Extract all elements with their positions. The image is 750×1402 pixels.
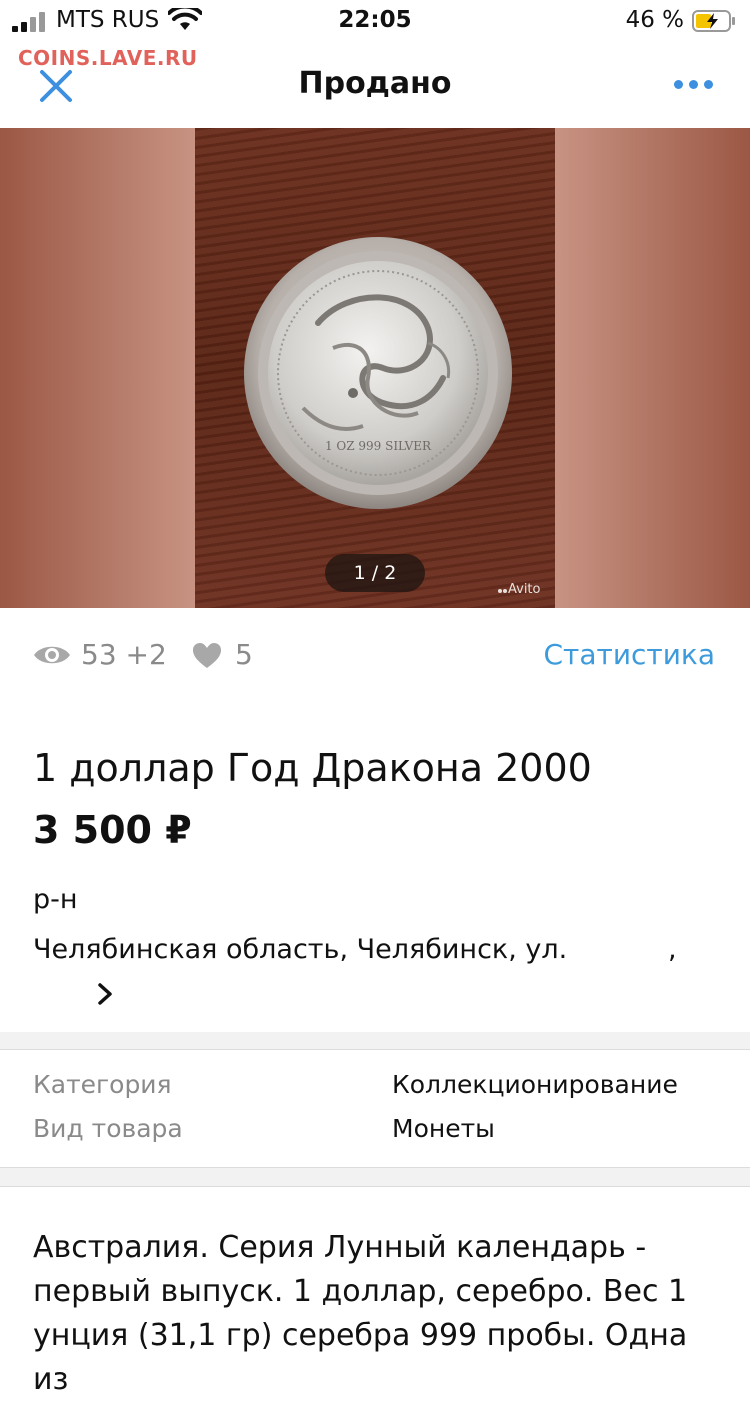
listing-title: 1 доллар Год Дракона 2000: [33, 746, 592, 790]
battery-icon: [692, 10, 735, 32]
photo-counter: 1 / 2: [325, 554, 425, 592]
detail-label-item-type: Вид товара: [33, 1114, 183, 1143]
divider-line: [0, 1049, 750, 1050]
divider-line: [0, 1186, 750, 1187]
detail-value-item-type: Монеты: [392, 1114, 495, 1143]
chevron-right-icon[interactable]: [95, 983, 115, 1005]
avito-watermark: Avito: [498, 582, 541, 597]
listing-description: Австралия. Серия Лунный календарь - перв…: [33, 1230, 688, 1397]
views-count: 53 +2: [81, 638, 167, 671]
statistics-link[interactable]: Статистика: [544, 638, 716, 671]
detail-label-category: Категория: [33, 1070, 172, 1099]
section-divider: [0, 1032, 750, 1050]
status-bar: MTS RUS 22:05 46 %: [0, 0, 750, 40]
likes-count: 5: [235, 638, 253, 671]
photo-gallery[interactable]: 1 OZ 999 SILVER 1 / 2 Avito: [0, 128, 750, 608]
address-district: р-н: [33, 884, 78, 915]
section-divider: [0, 1168, 750, 1186]
address-comma: ,: [668, 934, 677, 965]
more-options-icon[interactable]: [674, 76, 714, 92]
heart-icon: [193, 643, 221, 668]
coin-inscription: 1 OZ 999 SILVER: [325, 439, 432, 453]
page-title: Продано: [298, 66, 452, 101]
battery-percent: 46 %: [625, 7, 684, 33]
eye-icon: [34, 646, 70, 664]
detail-value-category: Коллекционирование: [392, 1070, 678, 1099]
address-line[interactable]: Челябинская область, Челябинск, ул.: [33, 934, 567, 965]
nav-bar: Продано: [0, 50, 750, 120]
stats-row: 53 +2 5 Статистика: [0, 632, 750, 682]
listing-price: 3 500 ₽: [33, 808, 192, 852]
coin-image: 1 OZ 999 SILVER: [244, 237, 512, 509]
listing-photo[interactable]: 1 OZ 999 SILVER: [195, 128, 555, 608]
avito-brand: Avito: [508, 582, 541, 597]
